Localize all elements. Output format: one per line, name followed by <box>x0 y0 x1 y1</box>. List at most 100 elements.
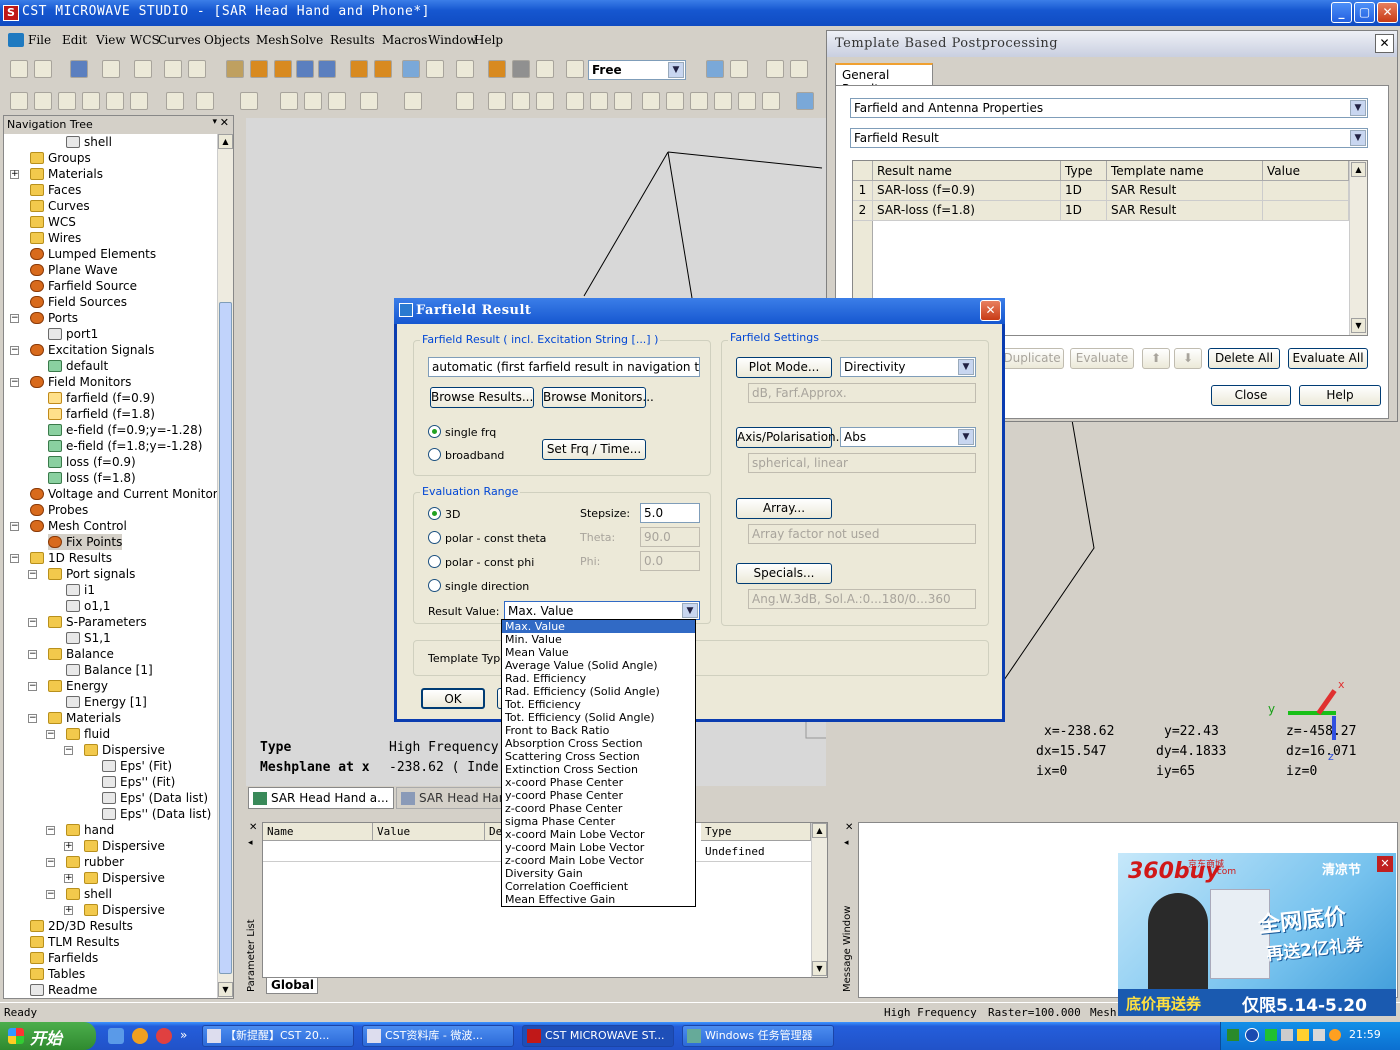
specials-button[interactable]: Specials... <box>736 563 832 584</box>
document-icon[interactable] <box>8 33 24 47</box>
result-value-combo[interactable]: Max. Value ▼ <box>504 601 700 620</box>
tab-general-results[interactable]: General Results <box>835 63 933 96</box>
menu-wcs[interactable]: WCS <box>130 33 160 47</box>
template-close-button[interactable]: Close <box>1211 385 1291 406</box>
col-type-header[interactable]: Type <box>1061 161 1107 181</box>
collapse-icon[interactable]: − <box>64 746 73 755</box>
task-item-3[interactable]: CST MICROWAVE ST... <box>522 1025 674 1047</box>
table-cell-type[interactable]: 1D <box>1061 181 1107 201</box>
collapse-icon[interactable]: − <box>28 682 37 691</box>
tree-item[interactable]: loss (f=0.9) <box>48 454 136 470</box>
dropdown-option[interactable]: Diversity Gain <box>502 867 695 880</box>
col-value-header[interactable]: Value <box>373 823 485 841</box>
shape-icon[interactable] <box>488 60 506 78</box>
dropdown-option[interactable]: Correlation Coefficient <box>502 880 695 893</box>
dropdown-option[interactable]: y-coord Phase Center <box>502 789 695 802</box>
table-row[interactable]: 2 SAR-loss (f=1.8) 1D SAR Result <box>853 201 1349 221</box>
collapse-icon[interactable]: − <box>46 730 55 739</box>
ad-close-icon[interactable]: ✕ <box>1377 856 1393 872</box>
copy-icon[interactable] <box>188 60 206 78</box>
tab-sar-head-hand-a[interactable]: SAR Head Hand a... <box>248 787 394 809</box>
tree-scrollbar[interactable]: ▲ ▼ <box>217 134 233 998</box>
tree-item[interactable]: Energy <box>48 678 108 694</box>
tab-global[interactable]: Global <box>266 978 318 994</box>
brick-icon[interactable] <box>10 92 28 110</box>
collapse-icon[interactable]: − <box>46 826 55 835</box>
cone-icon[interactable] <box>82 92 100 110</box>
axis-combo[interactable]: Abs ▼ <box>840 427 976 447</box>
collapse-icon[interactable]: − <box>28 570 37 579</box>
delete-all-button[interactable]: Delete All <box>1208 348 1280 369</box>
dropdown-option[interactable]: Min. Value <box>502 633 695 646</box>
dropdown-option[interactable]: Mean Value <box>502 646 695 659</box>
monitor-icon[interactable] <box>536 92 554 110</box>
tree-item[interactable]: TLM Results <box>30 934 120 950</box>
undo-icon[interactable] <box>134 60 152 78</box>
col-value-header[interactable]: Value <box>1263 161 1349 181</box>
extrude-icon[interactable] <box>130 92 148 110</box>
evaluate-button[interactable]: Evaluate <box>1070 348 1134 369</box>
gear-icon[interactable] <box>512 60 530 78</box>
tree-item[interactable]: Ports <box>30 310 78 326</box>
tree-item[interactable]: rubber <box>66 854 124 870</box>
tree-item[interactable]: 2D/3D Results <box>30 918 133 934</box>
type-cell[interactable]: Undefined <box>705 845 765 858</box>
plot-mode-button[interactable]: Plot Mode... <box>736 357 832 378</box>
dropdown-option[interactable]: Rad. Efficiency (Solid Angle) <box>502 685 695 698</box>
move-up-icon[interactable]: ⬆ <box>1142 348 1170 369</box>
collapse-icon[interactable]: − <box>10 522 19 531</box>
table-cell-value[interactable] <box>1263 181 1349 201</box>
menu-macros[interactable]: Macros <box>382 33 427 47</box>
tree-item[interactable]: port1 <box>48 326 98 342</box>
minimize-button[interactable]: _ <box>1331 2 1352 23</box>
theta-input[interactable]: 90.0 <box>640 527 700 547</box>
close-icon[interactable]: ✕ <box>220 116 229 129</box>
table-row[interactable]: 1 SAR-loss (f=0.9) 1D SAR Result <box>853 181 1349 201</box>
start-button[interactable]: 开始 <box>0 1022 96 1050</box>
tray-network-icon[interactable] <box>1281 1029 1293 1041</box>
tree-item[interactable]: o1,1 <box>66 598 110 614</box>
transform-icon[interactable] <box>240 92 258 110</box>
sphere-icon[interactable] <box>34 92 52 110</box>
refresh-icon[interactable] <box>566 60 584 78</box>
tree-item[interactable]: Farfields <box>30 950 98 966</box>
dialog-close-icon[interactable]: ✕ <box>980 300 1001 321</box>
tree-item[interactable]: Fix Points <box>48 534 123 550</box>
menu-view[interactable]: View <box>96 33 126 47</box>
tree-item[interactable]: e-field (f=1.8;y=-1.28) <box>48 438 202 454</box>
table-cell-tpl[interactable]: SAR Result <box>1107 201 1263 221</box>
tree-item[interactable]: Field Sources <box>30 294 127 310</box>
close-icon[interactable]: ✕ <box>249 822 257 833</box>
quicklaunch-explorer-icon[interactable] <box>108 1028 124 1044</box>
box-icon[interactable] <box>456 60 474 78</box>
cut-plane-icon[interactable] <box>614 92 632 110</box>
tree-item[interactable]: Lumped Elements <box>30 246 156 262</box>
expand-icon[interactable]: + <box>10 170 19 179</box>
results-scrollbar[interactable]: ▲ ▼ <box>1349 161 1367 335</box>
menu-file[interactable]: File <box>28 33 51 47</box>
pick-point-icon[interactable] <box>360 92 378 110</box>
tree-item[interactable]: Faces <box>30 182 81 198</box>
pin-icon[interactable]: ◂ <box>844 838 849 848</box>
print-icon[interactable] <box>102 60 120 78</box>
boolean-add-icon[interactable] <box>280 92 298 110</box>
dropdown-option[interactable]: y-coord Main Lobe Vector <box>502 841 695 854</box>
tree-item[interactable]: shell <box>66 886 112 902</box>
collapse-icon[interactable]: − <box>28 650 37 659</box>
axis-polarisation-button[interactable]: Axis/Polarisation... <box>736 427 847 448</box>
rotate-icon[interactable] <box>226 60 244 78</box>
tree-item[interactable]: Dispersive <box>84 742 165 758</box>
rotate-shape-icon[interactable] <box>166 92 184 110</box>
tray-icon-2[interactable] <box>1265 1029 1277 1041</box>
dropdown-option[interactable]: Scattering Cross Section <box>502 750 695 763</box>
zoom-icon[interactable] <box>296 60 314 78</box>
tree-item[interactable]: farfield (f=0.9) <box>48 390 155 406</box>
tree-item[interactable]: Plane Wave <box>30 262 118 278</box>
expand-icon[interactable]: + <box>64 874 73 883</box>
view-icon[interactable] <box>706 60 724 78</box>
menu-help[interactable]: Help <box>474 33 503 47</box>
tree-item[interactable]: Tables <box>30 966 85 982</box>
plot-icon[interactable] <box>666 92 684 110</box>
radio-polar-phi[interactable]: polar - const phi <box>428 555 534 569</box>
boolean-sub-icon[interactable] <box>304 92 322 110</box>
